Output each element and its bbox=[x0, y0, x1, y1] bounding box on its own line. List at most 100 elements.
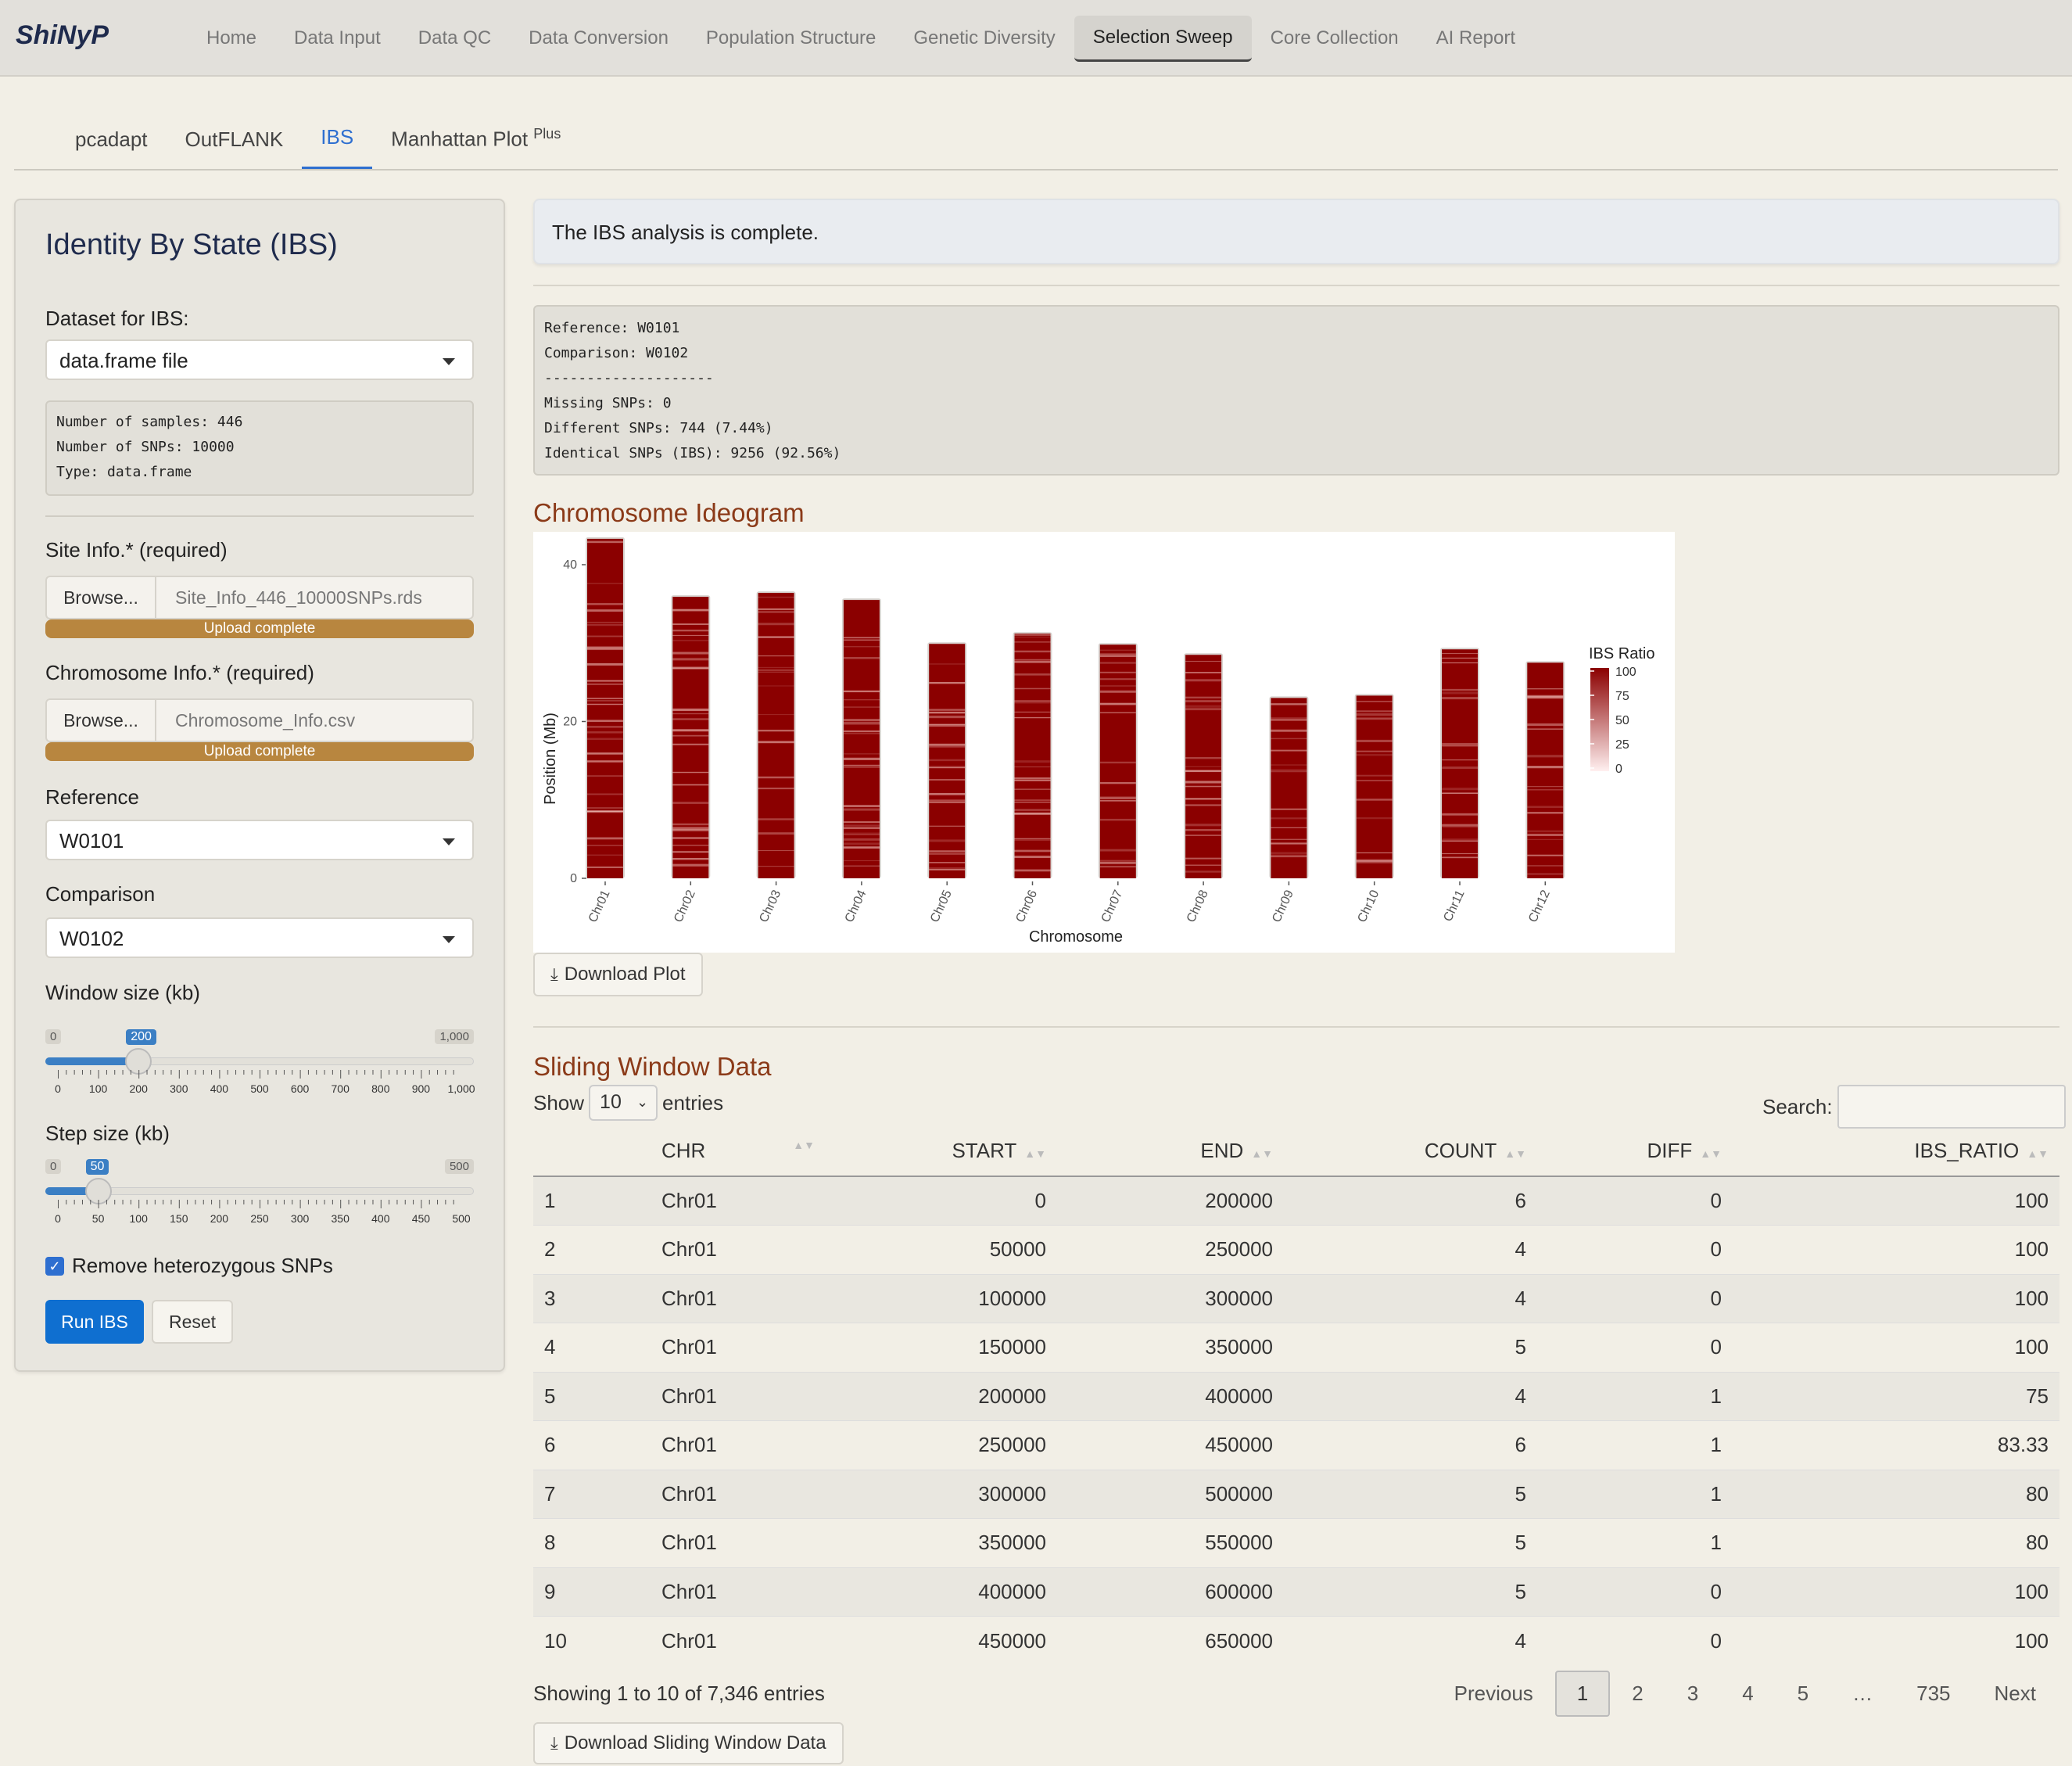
remove-heterozygous-checkbox[interactable]: ✓ Remove heterozygous SNPs bbox=[45, 1254, 333, 1278]
table-cell-count: 4 bbox=[1284, 1225, 1537, 1274]
nav-item-population-structure[interactable]: Population Structure bbox=[687, 16, 894, 60]
page-button[interactable]: 2 bbox=[1610, 1671, 1665, 1717]
column-header-count[interactable]: COUNT ▲▼ bbox=[1284, 1126, 1537, 1177]
table-cell-count: 4 bbox=[1284, 1371, 1537, 1421]
tab-pcadapt[interactable]: pcadapt bbox=[56, 127, 167, 169]
page-button[interactable]: 1 bbox=[1554, 1671, 1611, 1717]
column-header-start[interactable]: START ▲▼ bbox=[826, 1126, 1057, 1177]
ibs-band bbox=[1442, 759, 1478, 761]
table-cell-index: 3 bbox=[533, 1273, 651, 1323]
nav-item-data-input[interactable]: Data Input bbox=[275, 16, 400, 60]
nav-item-ai-report[interactable]: AI Report bbox=[1418, 16, 1534, 60]
ideogram-plot: 0 20 40 Chr01 Chr02 Chr03 Chr04 Chr05 Chr06 Chr07… bbox=[533, 532, 1675, 953]
table-cell-diff: 1 bbox=[1537, 1469, 1733, 1519]
table-cell-count: 4 bbox=[1284, 1616, 1537, 1665]
page-button[interactable]: 735 bbox=[1895, 1671, 1972, 1717]
ibs-band bbox=[672, 851, 709, 852]
legend-tick-label: 75 bbox=[1615, 690, 1629, 703]
table-cell-end: 550000 bbox=[1057, 1518, 1284, 1567]
x-tick-label: Chr04 bbox=[843, 888, 869, 924]
ibs-band bbox=[758, 832, 794, 835]
chrom-browse-button[interactable]: Browse... bbox=[47, 700, 156, 741]
nav-item-data-conversion[interactable]: Data Conversion bbox=[510, 16, 687, 60]
ibs-band bbox=[587, 609, 623, 612]
page-button[interactable]: 3 bbox=[1665, 1671, 1720, 1717]
nav-item-home[interactable]: Home bbox=[188, 16, 275, 60]
reset-button[interactable]: Reset bbox=[152, 1300, 233, 1344]
ibs-band bbox=[1099, 849, 1136, 852]
ibs-band bbox=[1014, 838, 1051, 839]
ibs-band bbox=[843, 865, 880, 867]
step-size-slider[interactable]: 0 500 50 0 50 100 150 200 250 300 350 400 450 500 bbox=[45, 1159, 474, 1245]
ibs-band bbox=[1442, 824, 1478, 827]
download-plot-button[interactable]: ⤓ Download Plot bbox=[533, 953, 703, 996]
column-header-ibs-ratio[interactable]: IBS_RATIO ▲▼ bbox=[1733, 1126, 2059, 1177]
run-ibs-button[interactable]: Run IBS bbox=[45, 1300, 144, 1344]
brand-logo[interactable]: ShiNyP bbox=[16, 20, 109, 51]
next-page-button[interactable]: Next bbox=[1973, 1671, 2058, 1717]
search-input[interactable] bbox=[1837, 1085, 2066, 1129]
tab-ibs[interactable]: IBS bbox=[302, 125, 373, 169]
ibs-band bbox=[1356, 710, 1393, 712]
chrom-info-file-input[interactable]: Browse... Chromosome_Info.csv bbox=[45, 698, 474, 742]
ibs-band bbox=[1099, 866, 1136, 868]
slider-tick-label: 0 bbox=[55, 1212, 61, 1225]
ibs-band bbox=[1271, 817, 1307, 820]
nav-item-core-collection[interactable]: Core Collection bbox=[1252, 16, 1418, 60]
checkmark-icon[interactable]: ✓ bbox=[45, 1256, 64, 1276]
table-row: 3 Chr01 100000 300000 4 0 100 bbox=[533, 1273, 2059, 1323]
reference-select[interactable]: W0101 bbox=[45, 820, 474, 860]
ibs-band bbox=[1527, 812, 1564, 814]
ibs-band bbox=[1356, 862, 1393, 864]
pagination-ellipsis[interactable]: … bbox=[1830, 1671, 1895, 1717]
site-browse-button[interactable]: Browse... bbox=[47, 577, 156, 618]
tab-manhattan-plot[interactable]: Manhattan Plot Plus bbox=[372, 126, 579, 169]
table-cell-end: 300000 bbox=[1057, 1273, 1284, 1323]
dataset-select[interactable]: data.frame file bbox=[45, 339, 474, 380]
ibs-band bbox=[1527, 838, 1564, 841]
ibs-band bbox=[672, 623, 709, 625]
ibs-band bbox=[1527, 688, 1564, 690]
nav-item-selection-sweep[interactable]: Selection Sweep bbox=[1074, 15, 1252, 62]
entries-select[interactable]: 10 ⌄ bbox=[589, 1085, 658, 1121]
window-size-slider[interactable]: 0 1,000 200 0 100 200 300 400 500 600 700 800 900… bbox=[45, 1029, 475, 1115]
column-header-end[interactable]: END ▲▼ bbox=[1057, 1126, 1284, 1177]
column-header-label: COUNT bbox=[1424, 1139, 1497, 1162]
chromosome-body bbox=[758, 593, 794, 878]
ibs-band bbox=[1014, 634, 1051, 636]
tab-outflank[interactable]: OutFLANK bbox=[167, 127, 303, 169]
slider-tick-label: 800 bbox=[371, 1082, 390, 1095]
ibs-band bbox=[929, 743, 966, 746]
ibs-band bbox=[1185, 824, 1222, 827]
download-sliding-window-button[interactable]: ⤓ Download Sliding Window Data bbox=[533, 1722, 844, 1764]
page-button[interactable]: 4 bbox=[1720, 1671, 1775, 1717]
site-info-file-input[interactable]: Browse... Site_Info_446_10000SNPs.rds bbox=[45, 576, 474, 619]
comparison-select[interactable]: W0102 bbox=[45, 917, 474, 958]
chromosome-bar-chr07 bbox=[1098, 643, 1138, 878]
nav-item-data-qc[interactable]: Data QC bbox=[400, 16, 510, 60]
table-info: Showing 1 to 10 of 7,346 entries bbox=[533, 1682, 825, 1705]
ibs-band bbox=[758, 655, 794, 657]
column-header-index[interactable] bbox=[533, 1126, 651, 1177]
ibs-band bbox=[843, 805, 880, 807]
status-alert: The IBS analysis is complete. bbox=[533, 199, 2059, 264]
ibs-band bbox=[1014, 799, 1051, 801]
search-label: Search: bbox=[1762, 1094, 1833, 1118]
column-header-diff[interactable]: DIFF ▲▼ bbox=[1537, 1126, 1733, 1177]
column-header-chr[interactable]: CHR ▲▼ bbox=[651, 1126, 826, 1177]
table-cell-diff: 0 bbox=[1537, 1273, 1733, 1323]
ibs-band bbox=[672, 729, 709, 731]
previous-page-button[interactable]: Previous bbox=[1432, 1671, 1555, 1717]
ideogram-title: Chromosome Ideogram bbox=[533, 498, 805, 527]
ibs-band bbox=[1185, 829, 1222, 831]
section-divider bbox=[533, 1026, 2059, 1028]
ibs-band bbox=[1442, 657, 1478, 659]
ibs-band bbox=[1356, 859, 1393, 862]
ibs-band bbox=[1014, 777, 1051, 780]
table-row: 7 Chr01 300000 500000 5 1 80 bbox=[533, 1469, 2059, 1519]
ibs-band bbox=[758, 818, 794, 820]
page-button[interactable]: 5 bbox=[1776, 1671, 1830, 1717]
ibs-band bbox=[1099, 655, 1136, 657]
nav-item-genetic-diversity[interactable]: Genetic Diversity bbox=[894, 16, 1074, 60]
ibs-band bbox=[1099, 800, 1136, 802]
